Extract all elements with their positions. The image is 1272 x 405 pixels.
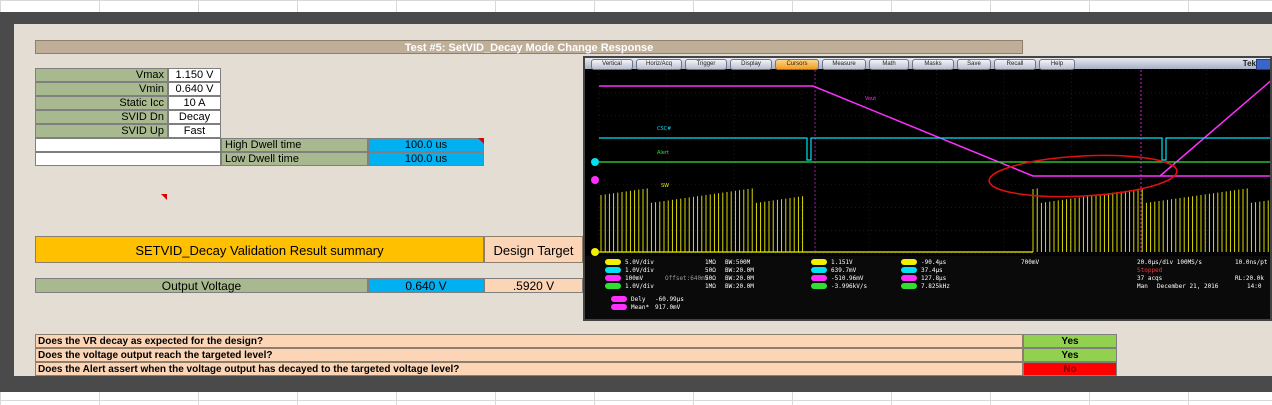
question-1[interactable]: Does the VR decay as expected for the de… [35, 334, 1023, 348]
channel-bandwidth: BW:20.0M [725, 275, 754, 282]
timebase: 20.0µs/div 100MS/s [1137, 259, 1203, 266]
oscilloscope-screenshot: Tek Vertical Horiz/Acq Trigger Display Curso… [583, 56, 1272, 321]
comment-marker[interactable] [161, 194, 167, 200]
low-dwell-value[interactable]: 100.0 us [368, 152, 484, 166]
param-value[interactable]: 0.640 V [168, 82, 221, 96]
sw-label: SW [661, 183, 669, 189]
delay-label: Dely [631, 296, 646, 303]
cursor-value: -3.996kV/s [831, 283, 868, 290]
cursor-time-badge[interactable] [901, 283, 917, 289]
scope-time: 14:0 [1247, 283, 1262, 290]
param-label[interactable]: Vmax [35, 68, 168, 82]
cursor-time: 7.825kHz [921, 283, 950, 290]
channel-badge[interactable] [605, 283, 621, 289]
param-value[interactable]: 10 A [168, 96, 221, 110]
answer-1[interactable]: Yes [1023, 334, 1117, 348]
param-label[interactable]: SVID Dn [35, 110, 168, 124]
question-2[interactable]: Does the voltage output reach the target… [35, 348, 1023, 362]
delay-value: -60.99µs [655, 296, 684, 303]
channel-offset: Offset:640mV [665, 275, 709, 282]
channel-scale: 1.0V/div [625, 283, 654, 290]
channel-bandwidth: BW:20.0M [725, 267, 754, 274]
cursor-time: 127.8µs [921, 275, 947, 282]
answer-2[interactable]: Yes [1023, 348, 1117, 362]
cursor-value: 1.151V [831, 259, 853, 266]
mean-value: 917.0mV [655, 304, 681, 311]
design-target-header[interactable]: Design Target [484, 236, 583, 263]
trigger-mode: Man [1137, 283, 1148, 290]
record-length: RL:20.0k [1235, 275, 1264, 282]
cursor-badge[interactable] [811, 267, 827, 273]
param-label[interactable]: SVID Up [35, 124, 168, 138]
output-voltage-value[interactable]: 0.640 V [368, 278, 484, 293]
test-title: Test #5: SetVID_Decay Mode Change Respon… [35, 40, 1023, 54]
param-label[interactable]: Static Icc [35, 96, 168, 110]
cursor-time-badge[interactable] [901, 259, 917, 265]
cursor-time-badge[interactable] [901, 267, 917, 273]
channel-badge[interactable] [605, 275, 621, 281]
channel-scale: 100mV [625, 275, 644, 282]
acq-count: 37 acqs [1137, 275, 1163, 282]
dwell-blank-1[interactable] [35, 138, 221, 152]
channel-impedance: 1MΩ [705, 259, 716, 266]
low-dwell-label[interactable]: Low Dwell time [221, 152, 368, 166]
question-3[interactable]: Does the Alert assert when the voltage o… [35, 362, 1023, 376]
param-value[interactable]: Fast [168, 124, 221, 138]
comment-marker[interactable] [478, 138, 484, 144]
cursor-value: -510.96mV [831, 275, 864, 282]
cursor-time: -90.4µs [921, 259, 947, 266]
channel-badge[interactable] [605, 267, 621, 273]
cursor-badge[interactable] [811, 275, 827, 281]
summary-title[interactable]: SETVID_Decay Validation Result summary [35, 236, 484, 263]
cursor-time-badge[interactable] [901, 275, 917, 281]
csc-label: CSC# [657, 126, 671, 132]
channel-impedance: 50Ω [705, 275, 716, 282]
ch3-marker [591, 176, 599, 184]
channel-badge[interactable] [605, 259, 621, 265]
delay-badge[interactable] [611, 296, 627, 302]
trigger-level: 700mV [1021, 259, 1040, 266]
param-label[interactable]: Vmin [35, 82, 168, 96]
sample-interval: 10.0ns/pt [1235, 259, 1268, 266]
output-voltage-label[interactable]: Output Voltage [35, 278, 368, 293]
mean-badge[interactable] [611, 304, 627, 310]
answer-3[interactable]: No [1023, 362, 1117, 376]
vout-label: Vout [865, 96, 876, 102]
high-dwell-label[interactable]: High Dwell time [221, 138, 368, 152]
dwell-blank-2[interactable] [35, 152, 221, 166]
channel-impedance: 1MΩ [705, 283, 716, 290]
output-voltage-target[interactable]: .5920 V [484, 278, 583, 293]
channel-bandwidth: BW:20.0M [725, 283, 754, 290]
scope-date: December 21, 2016 [1157, 283, 1219, 290]
alert-label: Alert [657, 150, 669, 156]
channel-bandwidth: BW:500M [725, 259, 751, 266]
channel-impedance: 50Ω [705, 267, 716, 274]
ch2-marker [591, 158, 599, 166]
high-dwell-value[interactable]: 100.0 us [368, 138, 484, 152]
ch1-marker [591, 248, 599, 256]
channel-scale: 1.0V/div [625, 267, 654, 274]
cursor-value: 639.7mV [831, 267, 857, 274]
cursor-badge[interactable] [811, 283, 827, 289]
param-value[interactable]: Decay [168, 110, 221, 124]
acq-state: Stopped [1137, 267, 1163, 274]
cursor-time: 37.4µs [921, 267, 943, 274]
channel-scale: 5.0V/div [625, 259, 654, 266]
param-value[interactable]: 1.150 V [168, 68, 221, 82]
mean-label: Mean* [631, 304, 650, 311]
cursor-badge[interactable] [811, 259, 827, 265]
